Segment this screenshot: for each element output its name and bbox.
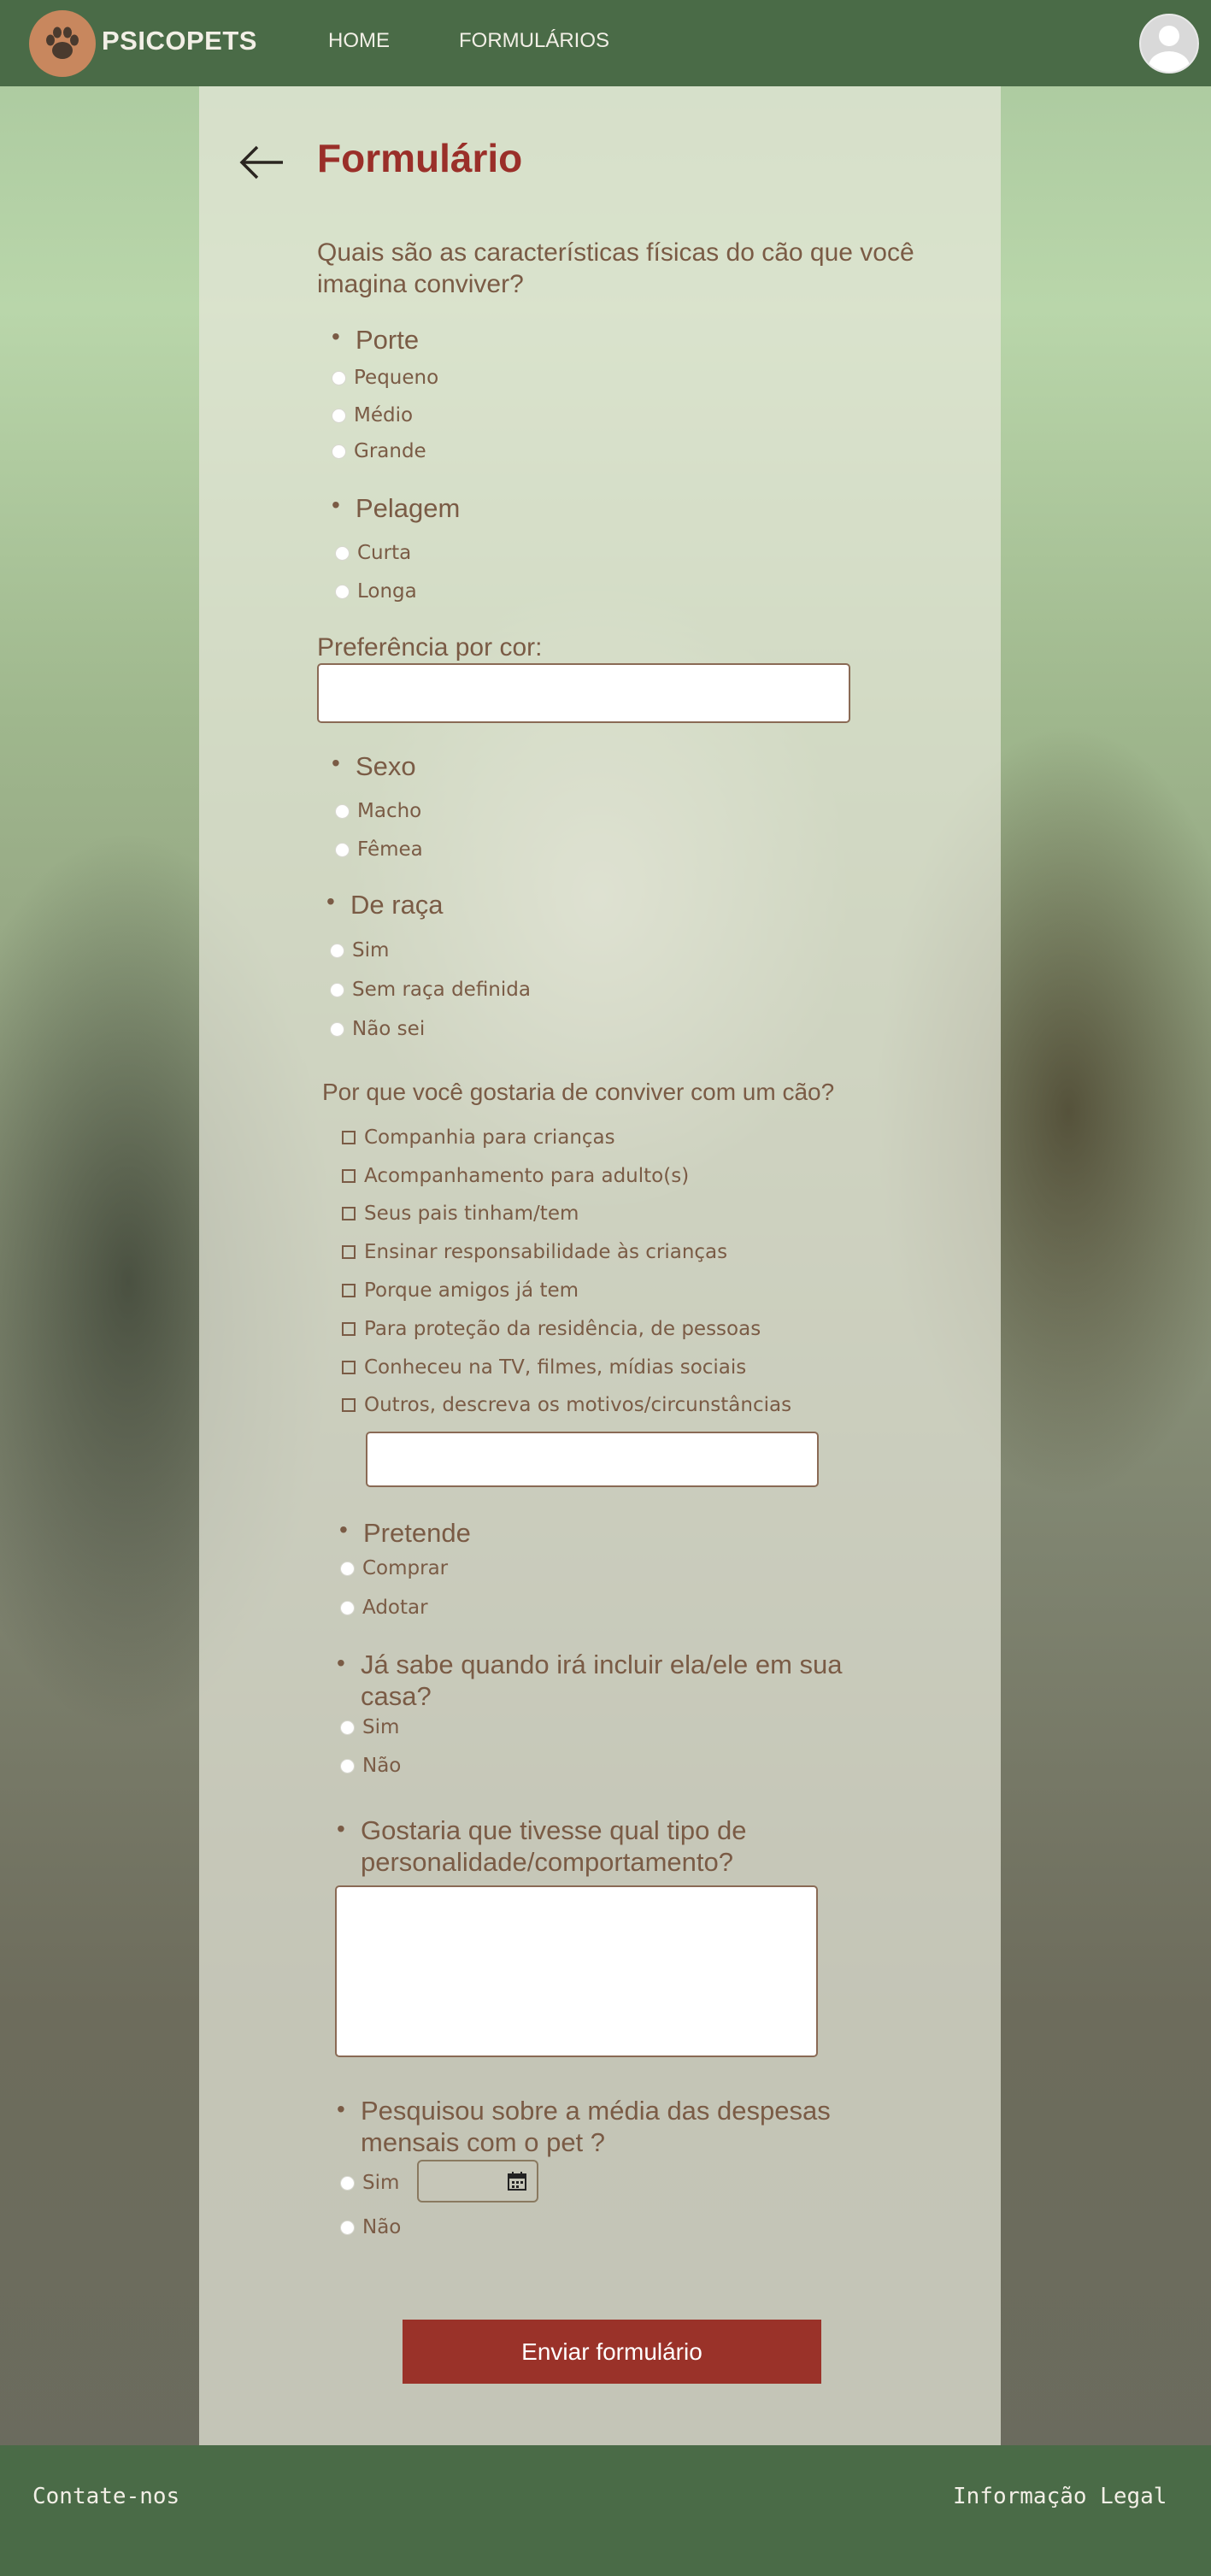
checkbox[interactable] — [342, 1245, 356, 1259]
radio-medio[interactable] — [332, 408, 346, 423]
radio-adotar[interactable] — [340, 1600, 355, 1615]
personalidade-label: Gostaria que tivesse qual tipo de person… — [337, 1813, 873, 1878]
option-grande[interactable]: Grande — [332, 440, 426, 462]
despesas-label: Pesquisou sobre a média das despesas men… — [337, 2093, 873, 2158]
date-input[interactable] — [417, 2160, 538, 2203]
form-panel — [199, 86, 1001, 2445]
radio-despesas-nao[interactable] — [340, 2220, 355, 2235]
outros-input[interactable] — [366, 1432, 819, 1487]
checkbox[interactable] — [342, 1131, 356, 1144]
radio-grande[interactable] — [332, 444, 346, 459]
back-arrow-icon[interactable] — [238, 144, 285, 181]
footer — [0, 2445, 1211, 2576]
motivo-item[interactable]: Ensinar responsabilidade às crianças — [342, 1241, 727, 1263]
option-pequeno[interactable]: Pequeno — [332, 367, 438, 389]
cor-input[interactable] — [317, 663, 850, 723]
checkbox[interactable] — [342, 1398, 356, 1412]
motivo-item[interactable]: Companhia para crianças — [342, 1126, 615, 1149]
motivo-item[interactable]: Seus pais tinham/tem — [342, 1203, 579, 1225]
top-nav-bar: PSICOPETS HOME FORMULÁRIOS — [0, 0, 1211, 86]
checkbox[interactable] — [342, 1169, 356, 1183]
pelagem-label: Pelagem — [332, 491, 460, 524]
radio-quando-sim[interactable] — [340, 1720, 355, 1735]
option-srd[interactable]: Sem raça definida — [330, 979, 531, 1001]
option-curta[interactable]: Curta — [335, 542, 411, 564]
radio-quando-nao[interactable] — [340, 1758, 355, 1773]
legal-info-link[interactable]: Informação Legal — [953, 2484, 1167, 2509]
motivo-item[interactable]: Outros, descreva os motivos/circunstânci… — [342, 1394, 791, 1416]
option-femea[interactable]: Fêmea — [335, 838, 423, 861]
page-title: Formulário — [317, 136, 523, 180]
nav-home-link[interactable]: HOME — [328, 29, 390, 53]
pretende-label: Pretende — [339, 1516, 471, 1549]
calendar-icon[interactable] — [506, 2170, 528, 2192]
motivo-item[interactable]: Porque amigos já tem — [342, 1279, 579, 1302]
paw-icon[interactable] — [29, 10, 96, 77]
cor-label: Preferência por cor: — [317, 633, 543, 662]
radio-curta[interactable] — [335, 545, 350, 561]
radio-pequeno[interactable] — [332, 370, 346, 385]
option-macho[interactable]: Macho — [335, 800, 421, 822]
option-longa[interactable]: Longa — [335, 580, 417, 603]
option-medio[interactable]: Médio — [332, 404, 413, 426]
radio-femea[interactable] — [335, 842, 350, 857]
option-despesas-sim[interactable]: Sim — [340, 2172, 399, 2194]
option-quando-sim[interactable]: Sim — [340, 1716, 399, 1738]
motivo-item[interactable]: Conheceu na TV, filmes, mídias sociais — [342, 1356, 746, 1379]
radio-srd[interactable] — [330, 982, 344, 997]
option-raca-sim[interactable]: Sim — [330, 939, 389, 962]
option-comprar[interactable]: Comprar — [340, 1557, 448, 1579]
option-quando-nao[interactable]: Não — [340, 1755, 401, 1777]
radio-despesas-sim[interactable] — [340, 2175, 355, 2191]
radio-comprar[interactable] — [340, 1561, 355, 1576]
sexo-label: Sexo — [332, 750, 416, 782]
motivo-item[interactable]: Acompanhamento para adulto(s) — [342, 1165, 689, 1187]
radio-longa[interactable] — [335, 584, 350, 599]
raca-label: De raça — [326, 888, 443, 920]
question-physical: Quais são as características físicas do … — [317, 238, 914, 298]
porte-label: Porte — [332, 323, 419, 356]
checkbox[interactable] — [342, 1361, 356, 1374]
personalidade-textarea[interactable] — [335, 1885, 818, 2057]
checkbox[interactable] — [342, 1322, 356, 1336]
quando-label: Já sabe quando irá incluir ela/ele em su… — [337, 1647, 873, 1712]
radio-nao-sei[interactable] — [330, 1021, 344, 1037]
radio-macho[interactable] — [335, 803, 350, 819]
option-nao-sei[interactable]: Não sei — [330, 1018, 425, 1040]
checkbox[interactable] — [342, 1284, 356, 1297]
contact-link[interactable]: Contate-nos — [32, 2484, 179, 2509]
nav-formularios-link[interactable]: FORMULÁRIOS — [459, 29, 609, 53]
motivo-item[interactable]: Para proteção da residência, de pessoas — [342, 1318, 761, 1340]
checkbox[interactable] — [342, 1207, 356, 1220]
option-despesas-nao[interactable]: Não — [340, 2216, 401, 2238]
option-adotar[interactable]: Adotar — [340, 1597, 428, 1619]
question-why: Por que você gostaria de conviver com um… — [322, 1079, 835, 1105]
radio-raca-sim[interactable] — [330, 943, 344, 958]
user-avatar-icon[interactable] — [1139, 14, 1199, 74]
brand-name[interactable]: PSICOPETS — [102, 26, 257, 56]
submit-button[interactable]: Enviar formulário — [403, 2320, 821, 2384]
